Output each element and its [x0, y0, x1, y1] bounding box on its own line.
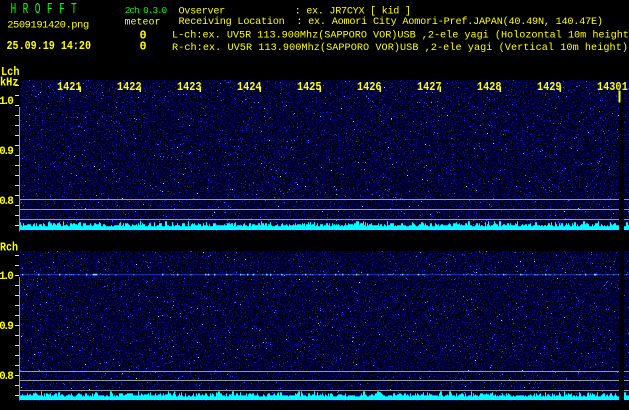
- svg-text:L-ch:ex. UV5R 113.900Mhz(SAPPO: L-ch:ex. UV5R 113.900Mhz(SAPPORO VOR)USB…: [172, 30, 629, 42]
- svg-text:0: 0: [7, 271, 14, 283]
- svg-text:Ovserver : ex. JR7C: Ovserver : ex. JR7CYX [ kid ]: [179, 5, 412, 17]
- svg-text:2509191420.png: 2509191420.png: [7, 19, 89, 31]
- svg-text:0: 0: [7, 96, 14, 108]
- svg-text:R-ch:ex. UV5R 113.900Mhz(SAPPO: R-ch:ex. UV5R 113.900Mhz(SAPPORO VOR)USB…: [172, 42, 628, 54]
- svg-text:9: 9: [7, 146, 14, 158]
- svg-text:2ch 0.3.0: 2ch 0.3.0: [125, 5, 168, 16]
- svg-text:8: 8: [7, 196, 14, 208]
- svg-text:H R O F F T: H R O F F T: [11, 1, 78, 18]
- svg-text:1425: 1425: [297, 80, 322, 94]
- svg-text:1430: 1430: [597, 80, 622, 94]
- svg-text:kHz: kHz: [0, 75, 19, 89]
- svg-text:0: 0: [140, 40, 147, 54]
- svg-text:1423: 1423: [177, 80, 202, 94]
- svg-text:1426: 1426: [357, 80, 382, 94]
- svg-text:1427: 1427: [417, 80, 442, 94]
- svg-text:1422: 1422: [117, 80, 142, 94]
- svg-text:Receiving Location : ex. Aomo: Receiving Location : ex. Aomori City Aom…: [179, 16, 604, 28]
- svg-text:meteor: meteor: [125, 18, 161, 29]
- svg-text:1421: 1421: [57, 80, 82, 94]
- svg-text:1: 1: [622, 80, 628, 94]
- svg-text:1429: 1429: [537, 80, 562, 94]
- svg-text:25.09.19 14:20: 25.09.19 14:20: [7, 39, 92, 53]
- svg-text:1428: 1428: [477, 80, 502, 94]
- svg-text:1424: 1424: [237, 80, 262, 94]
- svg-text:9: 9: [7, 321, 14, 333]
- svg-text:Rch: Rch: [0, 241, 18, 255]
- svg-text:8: 8: [7, 371, 14, 383]
